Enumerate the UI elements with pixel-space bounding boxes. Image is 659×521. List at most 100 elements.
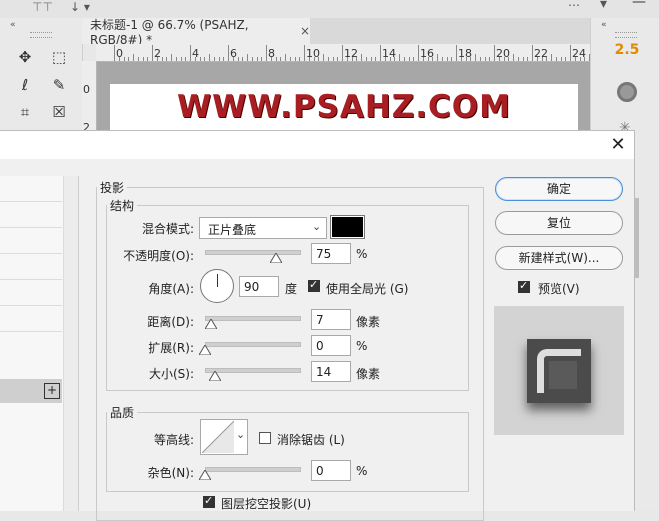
list-item[interactable] bbox=[0, 202, 62, 228]
reset-button[interactable]: 复位 bbox=[495, 211, 623, 235]
ruler-tick bbox=[389, 57, 391, 61]
spread-slider-track[interactable] bbox=[205, 342, 301, 347]
panel-scrollbar[interactable] bbox=[635, 198, 639, 278]
ruler-tick bbox=[432, 57, 434, 61]
size-label: 大小(S): bbox=[148, 367, 194, 381]
ruler-tick bbox=[479, 57, 481, 61]
ok-button[interactable]: 确定 bbox=[495, 177, 623, 201]
ruler-tick bbox=[266, 45, 267, 61]
collapse-icon[interactable]: ▾ bbox=[600, 0, 607, 12]
dialog-title-bar[interactable] bbox=[0, 131, 634, 159]
ruler-tick bbox=[456, 45, 457, 61]
ruler-tick bbox=[185, 57, 187, 61]
opacity-slider-track[interactable] bbox=[205, 250, 301, 255]
size-input[interactable]: 14 bbox=[311, 361, 351, 382]
opacity-slider-thumb[interactable] bbox=[270, 253, 282, 263]
document-tab-title: 未标题-1 @ 66.7% (PSAHZ, RGB/8#) * bbox=[90, 17, 249, 47]
canvas-text: WWW.PSAHZ.COM bbox=[176, 89, 512, 125]
ruler-tick bbox=[280, 57, 282, 61]
size-unit: 像素 bbox=[356, 367, 381, 381]
document-tab[interactable]: 未标题-1 @ 66.7% (PSAHZ, RGB/8#) * × bbox=[82, 17, 310, 47]
distance-slider-track[interactable] bbox=[205, 316, 301, 321]
list-item[interactable] bbox=[0, 306, 62, 332]
blend-mode-select[interactable]: 正片叠底 ⌄ bbox=[199, 217, 327, 239]
anti-alias-checkbox[interactable] bbox=[259, 432, 271, 444]
new-style-button[interactable]: 新建样式(W)... bbox=[495, 246, 623, 270]
shadow-color-swatch[interactable] bbox=[330, 215, 365, 239]
noise-slider-track[interactable] bbox=[205, 467, 301, 472]
opacity-input[interactable]: 75 bbox=[311, 243, 351, 264]
noise-label: 杂色(N): bbox=[147, 466, 194, 480]
angle-dial[interactable] bbox=[200, 269, 234, 303]
contour-picker[interactable]: ⌄ bbox=[200, 419, 248, 455]
close-icon[interactable]: ✕ bbox=[607, 134, 629, 156]
ruler-tick bbox=[318, 57, 320, 61]
ruler-tick bbox=[337, 57, 339, 61]
panel-grip[interactable] bbox=[30, 32, 52, 38]
adjustments-icon[interactable] bbox=[617, 82, 637, 102]
ruler-tick bbox=[351, 57, 353, 61]
ruler-tick bbox=[270, 57, 272, 61]
ruler-tick bbox=[209, 54, 210, 61]
angle-input[interactable]: 90 bbox=[239, 276, 279, 297]
panel-grip[interactable] bbox=[615, 32, 637, 38]
chevron-down-icon: ⌄ bbox=[312, 220, 322, 233]
tool-options-icon[interactable]: ⊤⊤ bbox=[32, 0, 53, 14]
global-light-label[interactable]: 使用全局光 (G) bbox=[326, 280, 408, 297]
frame-tool-icon[interactable]: ☒ bbox=[48, 101, 70, 123]
styles-list: + bbox=[0, 176, 79, 511]
horizontal-ruler: 0 2 4 6 8 10 12 14 16 18 20 22 24 bbox=[96, 44, 590, 62]
panel-menu-icon[interactable]: ⋯ bbox=[568, 0, 580, 12]
move-tool-icon[interactable]: ✥ bbox=[14, 46, 36, 68]
ruler-tick bbox=[137, 57, 139, 61]
ruler-tick bbox=[408, 57, 410, 61]
ruler-tick bbox=[285, 54, 286, 61]
noise-slider-thumb[interactable] bbox=[199, 470, 211, 480]
ruler-tick bbox=[142, 57, 144, 61]
lasso-tool-icon[interactable]: ℓ bbox=[14, 74, 36, 96]
panel-collapse-icon[interactable]: « bbox=[10, 20, 16, 30]
global-light-checkbox[interactable] bbox=[308, 278, 320, 292]
ruler-tick bbox=[522, 57, 524, 61]
layer-knockout-checkbox[interactable] bbox=[203, 494, 215, 508]
list-item[interactable] bbox=[0, 254, 62, 280]
distance-input[interactable]: 7 bbox=[311, 309, 351, 330]
ruler-tick bbox=[232, 57, 234, 61]
ruler-tick bbox=[156, 57, 158, 61]
ruler-tick bbox=[118, 57, 120, 61]
noise-input[interactable]: 0 bbox=[311, 460, 351, 481]
ruler-tick bbox=[574, 57, 576, 61]
close-tab-icon[interactable]: × bbox=[300, 24, 310, 38]
ruler-tick bbox=[327, 57, 329, 61]
size-slider-thumb[interactable] bbox=[209, 371, 221, 381]
crop-tool-icon[interactable]: ⌗ bbox=[14, 101, 36, 123]
spread-slider-thumb[interactable] bbox=[199, 345, 211, 355]
list-scrollbar[interactable] bbox=[63, 176, 78, 511]
preview-checkbox[interactable] bbox=[518, 279, 530, 293]
ruler-tick bbox=[489, 57, 491, 61]
panel-collapse-icon[interactable]: « bbox=[601, 20, 607, 30]
section-title: 投影 bbox=[100, 181, 125, 195]
ruler-tick bbox=[194, 57, 196, 61]
ruler-tick bbox=[437, 54, 438, 61]
add-effect-icon[interactable]: + bbox=[44, 383, 60, 399]
ruler-tick bbox=[332, 57, 334, 61]
ruler-tick bbox=[546, 57, 548, 61]
spread-input[interactable]: 0 bbox=[311, 335, 351, 356]
preview-label[interactable]: 预览(V) bbox=[538, 280, 580, 297]
distance-slider-thumb[interactable] bbox=[205, 319, 217, 329]
anti-alias-label[interactable]: 消除锯齿 (L) bbox=[277, 431, 345, 448]
layer-knockout-label[interactable]: 图层挖空投影(U) bbox=[221, 495, 311, 512]
magic-wand-icon[interactable]: ✎ bbox=[48, 74, 70, 96]
ruler-tick bbox=[484, 57, 486, 61]
list-item[interactable] bbox=[0, 176, 62, 202]
minimize-icon[interactable]: — bbox=[632, 0, 646, 10]
move-options-icon[interactable]: ↓ ▾ bbox=[70, 0, 90, 14]
list-item[interactable] bbox=[0, 280, 62, 306]
distance-unit: 像素 bbox=[356, 315, 381, 329]
marquee-tool-icon[interactable]: ⬚ bbox=[48, 46, 70, 68]
ruler-tick bbox=[228, 45, 229, 61]
list-item[interactable] bbox=[0, 228, 62, 254]
ruler-tick bbox=[161, 57, 163, 61]
ruler-tick bbox=[560, 57, 562, 61]
